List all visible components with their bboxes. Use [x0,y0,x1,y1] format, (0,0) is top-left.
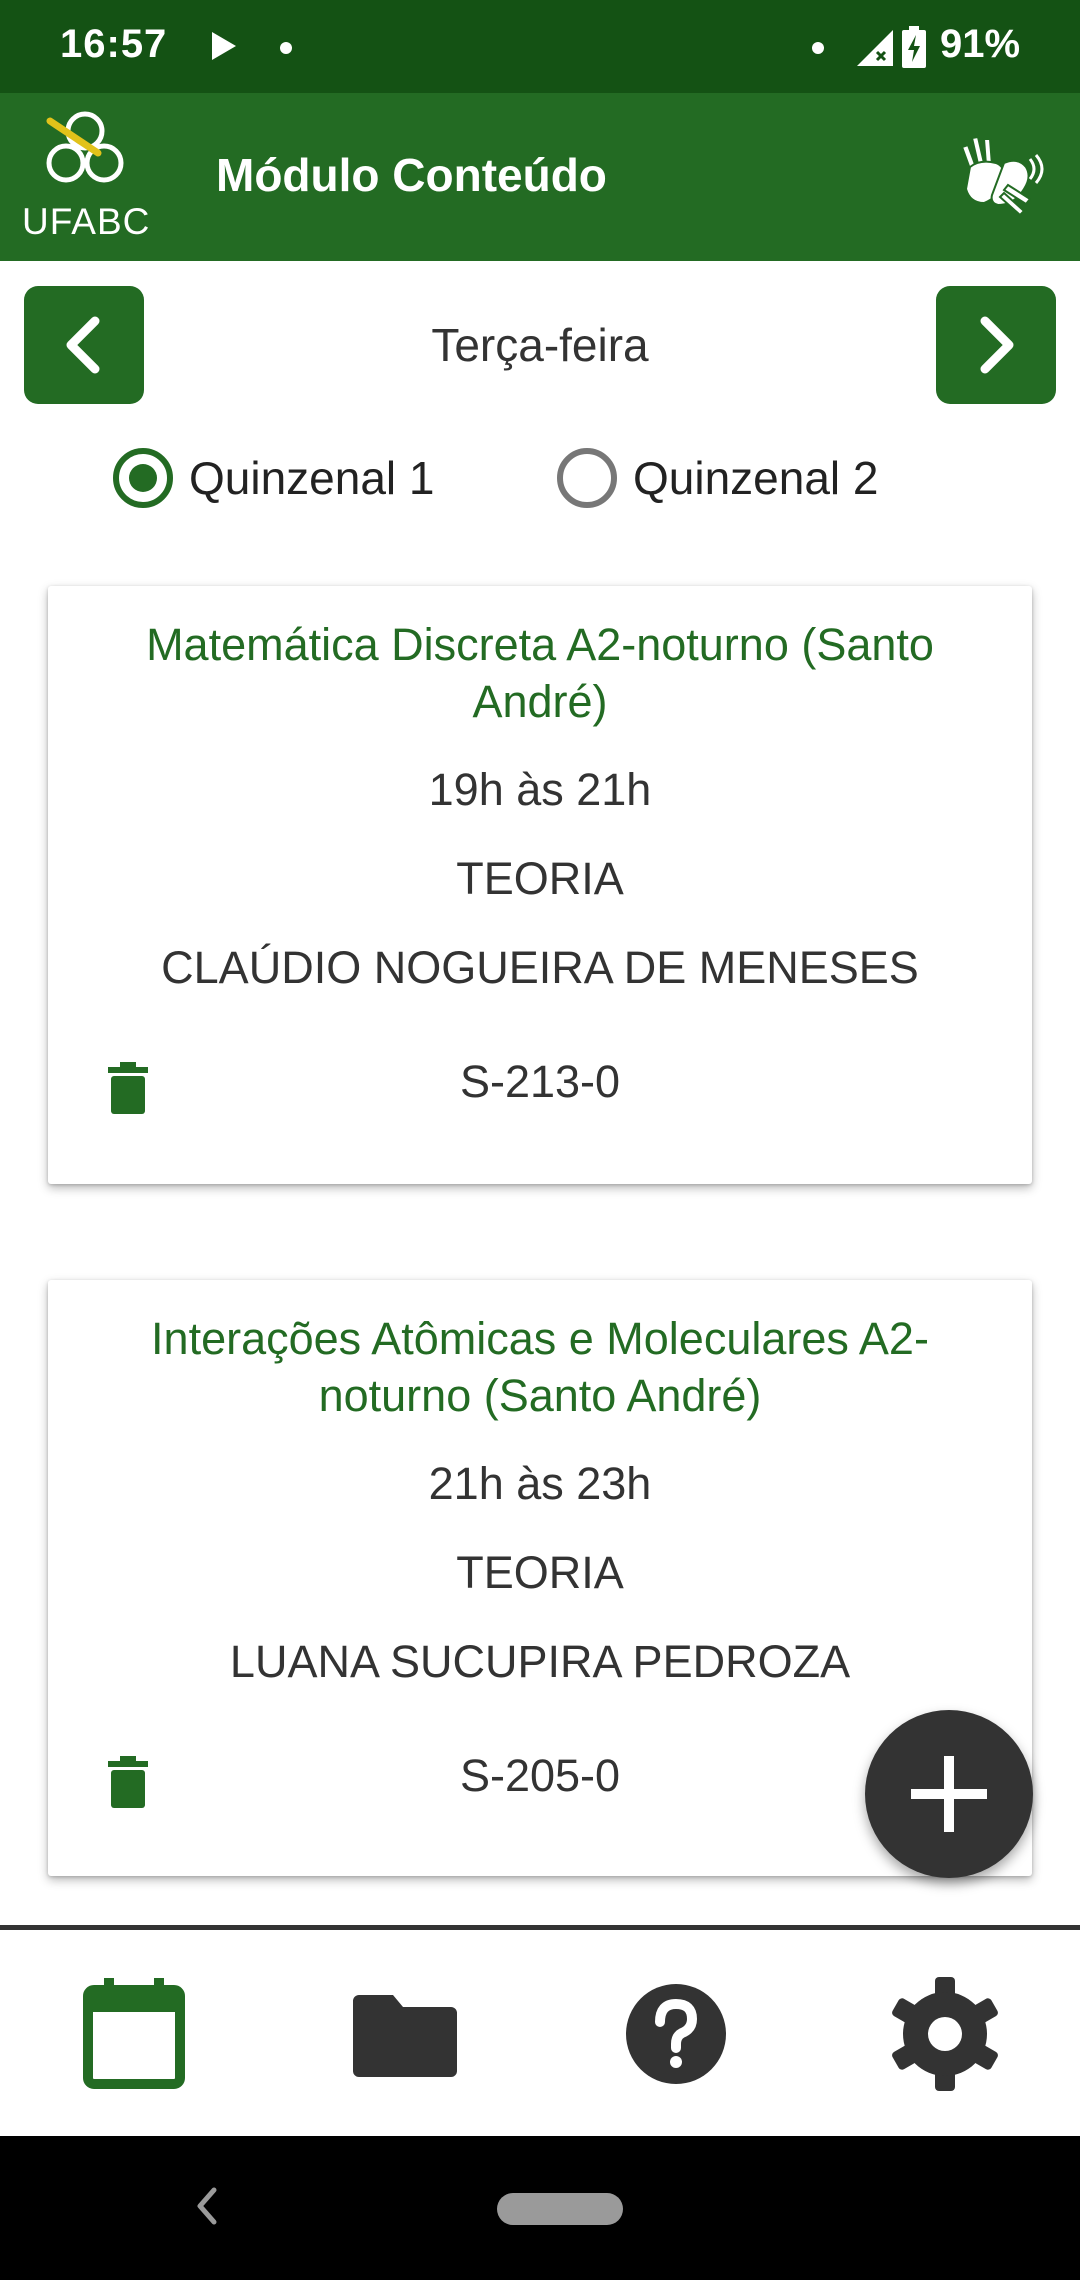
class-professor: LUANA SUCUPIRA PEDROZA [229,1636,851,1687]
app-bar: UFABC Módulo Conteúdo [0,93,1080,261]
calendar-icon [83,1978,185,2089]
notification-dot-icon [280,42,292,54]
battery-charging-icon [902,26,926,68]
next-day-button[interactable] [936,286,1056,404]
logo-text: UFABC [22,201,151,242]
radio-label: Quinzenal 2 [633,452,879,504]
bottom-nav [0,1930,1080,2136]
class-type: TEORIA [456,1547,624,1598]
system-back-icon[interactable] [192,2184,222,2228]
radio-quinzenal-2[interactable]: Quinzenal 2 [557,448,879,508]
add-class-button[interactable] [865,1710,1033,1878]
ufabc-logo-icon [46,111,124,183]
nav-item-calendar[interactable] [74,1972,194,2096]
class-time: 19h às 21h [428,764,652,815]
settings-gear-icon [892,1977,998,2091]
class-title: Interações Atômicas e Moleculares A2-not… [151,1313,929,1421]
class-time: 21h às 23h [428,1458,652,1509]
class-professor: CLAÚDIO NOGUEIRA DE MENESES [161,942,919,993]
help-icon [626,1984,726,2084]
nav-item-files[interactable] [345,1972,465,2096]
day-label: Terça-feira [431,319,649,371]
delete-trash-icon[interactable] [108,1062,148,1114]
nav-item-settings[interactable] [885,1972,1005,2096]
battery-percent: 91% [940,22,1021,66]
app-title: Módulo Conteúdo [216,149,607,201]
plus-icon [911,1756,987,1832]
radio-quinzenal-1[interactable]: Quinzenal 1 [113,448,435,508]
radio-unchecked-icon [557,448,617,508]
radio-label: Quinzenal 1 [189,452,435,504]
chevron-right-icon [980,316,1014,374]
delete-trash-icon[interactable] [108,1756,148,1808]
radio-checked-icon [113,448,173,508]
class-room: S-213-0 [459,1056,621,1107]
class-card[interactable]: Matemática Discreta A2-noturno (Santo An… [48,586,1032,1184]
status-bar: 16:57 91% [0,0,1080,93]
signal-icon [857,30,893,66]
folder-icon [353,1995,457,2077]
notification-dot-icon [812,42,824,54]
status-time: 16:57 [60,22,168,66]
class-title: Matemática Discreta A2-noturno (Santo An… [146,619,934,727]
system-nav-bar [0,2136,1080,2280]
play-icon [212,32,236,60]
system-home-pill[interactable] [497,2193,623,2225]
nav-item-help[interactable] [616,1972,736,2096]
class-type: TEORIA [456,853,624,904]
sign-language-hands-icon[interactable] [948,127,1044,223]
